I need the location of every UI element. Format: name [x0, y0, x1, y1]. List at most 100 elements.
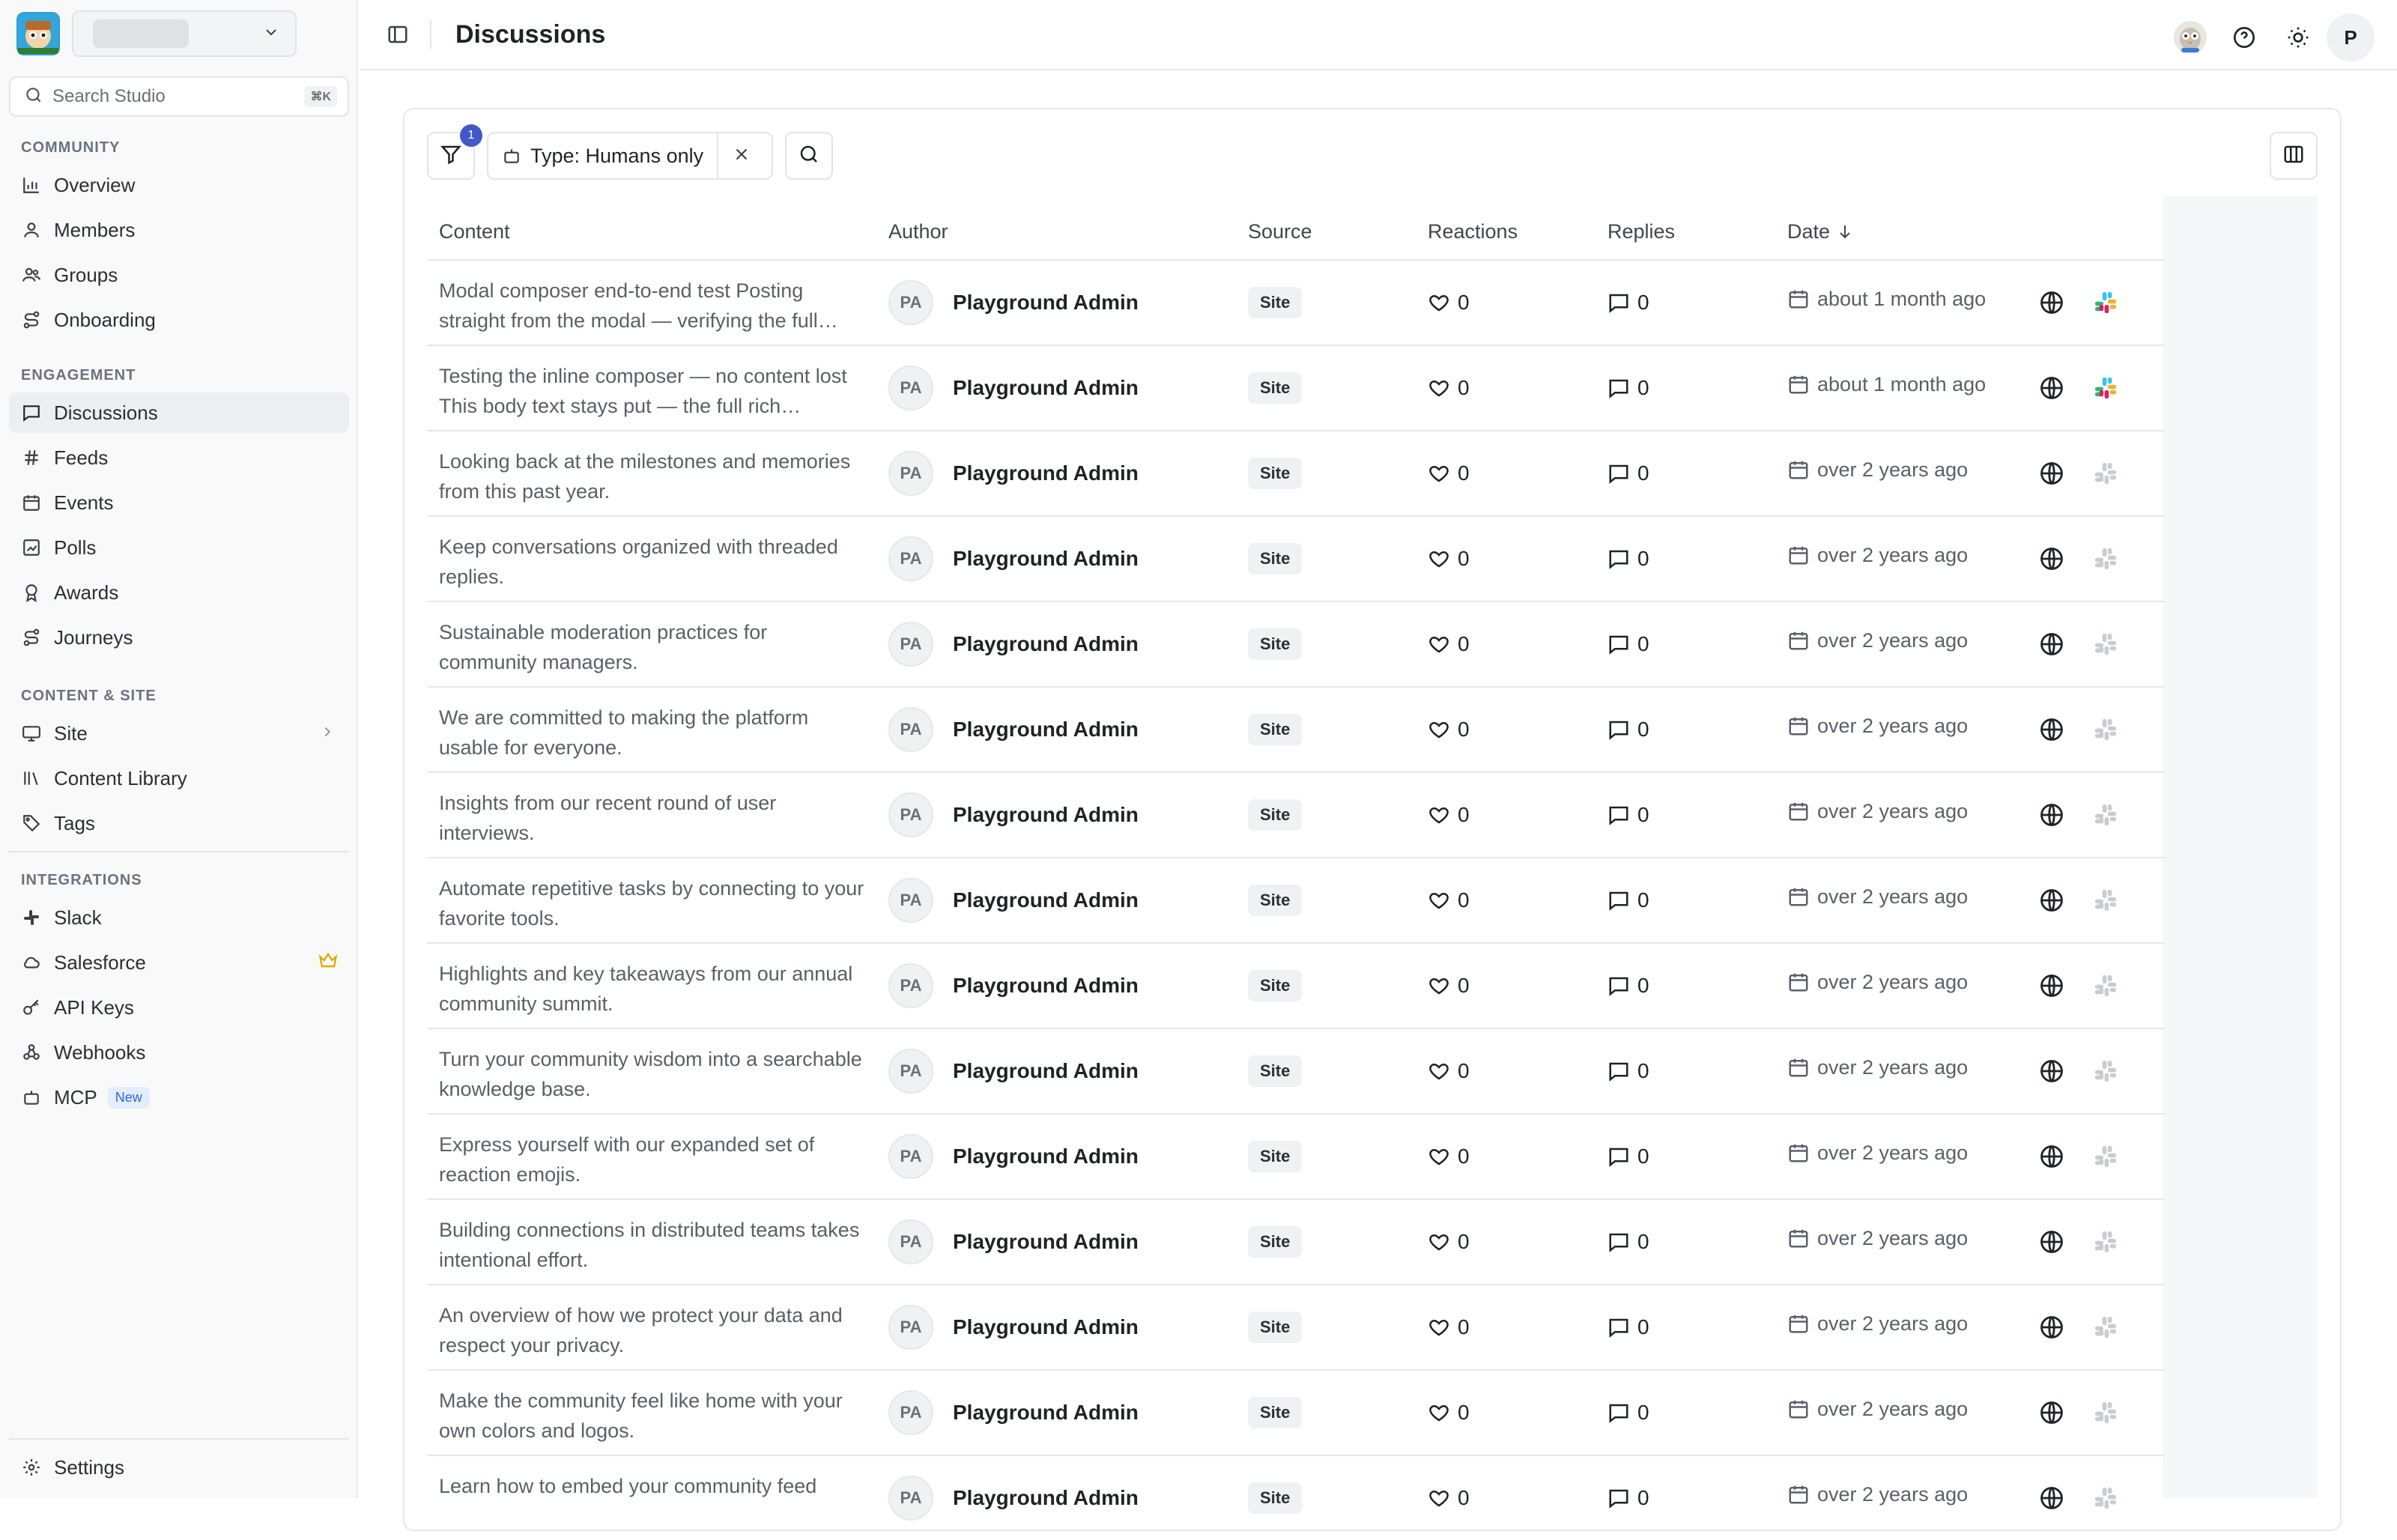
globe-icon[interactable] — [2039, 1456, 2064, 1540]
globe-icon[interactable] — [2039, 431, 2064, 515]
help-icon[interactable] — [2223, 16, 2265, 58]
slack-icon[interactable] — [2093, 517, 2118, 601]
sidebar-toggle-icon[interactable] — [387, 20, 431, 49]
row-content[interactable]: Learn how to embed your community feed — [439, 1471, 866, 1531]
row-author[interactable]: PA Playground Admin — [888, 517, 1139, 601]
sidebar-item-slack[interactable]: Slack — [9, 897, 349, 938]
sidebar-item-journeys[interactable]: Journeys — [9, 617, 349, 658]
globe-icon[interactable] — [2039, 1371, 2064, 1455]
sidebar-item-webhooks[interactable]: Webhooks — [9, 1032, 349, 1073]
sidebar-item-mcp[interactable]: MCP New — [9, 1077, 349, 1118]
globe-icon[interactable] — [2039, 1115, 2064, 1198]
globe-icon[interactable] — [2039, 1200, 2064, 1284]
column-header-author[interactable]: Author — [888, 204, 948, 259]
sidebar-item-content-library[interactable]: Content Library — [9, 758, 349, 798]
row-content[interactable]: Automate repetitive tasks by connecting … — [439, 873, 866, 933]
slack-icon[interactable] — [2093, 773, 2118, 857]
table-row[interactable]: Express yourself with our expanded set o… — [427, 1113, 2165, 1198]
slack-icon[interactable] — [2093, 1200, 2118, 1284]
sidebar-item-discussions[interactable]: Discussions — [9, 392, 349, 433]
row-content[interactable]: An overview of how we protect your data … — [439, 1300, 866, 1360]
columns-button[interactable] — [2270, 132, 2318, 180]
workspace-logo[interactable] — [16, 12, 60, 55]
table-row[interactable]: Sustainable moderation practices for com… — [427, 601, 2165, 686]
row-author[interactable]: PA Playground Admin — [888, 1456, 1139, 1540]
row-content[interactable]: Insights from our recent round of user i… — [439, 788, 866, 848]
table-row[interactable]: Testing the inline composer — no content… — [427, 345, 2165, 430]
sidebar-item-salesforce[interactable]: Salesforce — [9, 942, 349, 983]
row-content[interactable]: Looking back at the milestones and memor… — [439, 446, 866, 506]
slack-icon[interactable] — [2093, 1285, 2118, 1369]
row-author[interactable]: PA Playground Admin — [888, 1115, 1139, 1198]
filter-chip[interactable]: Type: Humans only — [487, 132, 773, 180]
sidebar-item-members[interactable]: Members — [9, 210, 349, 250]
row-author[interactable]: PA Playground Admin — [888, 261, 1139, 345]
row-author[interactable]: PA Playground Admin — [888, 944, 1139, 1028]
globe-icon[interactable] — [2039, 602, 2064, 686]
sidebar-item-site[interactable]: Site — [9, 713, 349, 754]
column-header-replies[interactable]: Replies — [1607, 204, 1675, 259]
row-content[interactable]: Keep conversations organized with thread… — [439, 532, 866, 592]
table-row[interactable]: Turn your community wisdom into a search… — [427, 1028, 2165, 1113]
sidebar-item-overview[interactable]: Overview — [9, 165, 349, 205]
row-content[interactable]: Express yourself with our expanded set o… — [439, 1130, 866, 1189]
sidebar-item-polls[interactable]: Polls — [9, 527, 349, 568]
slack-icon[interactable] — [2093, 688, 2118, 771]
row-author[interactable]: PA Playground Admin — [888, 1285, 1139, 1369]
row-author[interactable]: PA Playground Admin — [888, 1371, 1139, 1455]
remove-filter-button[interactable] — [718, 145, 765, 168]
globe-icon[interactable] — [2039, 346, 2064, 430]
globe-icon[interactable] — [2039, 1029, 2064, 1113]
workspace-select[interactable] — [72, 10, 297, 57]
slack-icon[interactable] — [2093, 1115, 2118, 1198]
column-header-date[interactable]: Date — [1787, 204, 1854, 259]
column-header-content[interactable]: Content — [439, 204, 510, 259]
slack-icon[interactable] — [2093, 431, 2118, 515]
sun-icon[interactable] — [2277, 16, 2319, 58]
sidebar-item-groups[interactable]: Groups — [9, 255, 349, 295]
table-row[interactable]: Building connections in distributed team… — [427, 1198, 2165, 1284]
sidebar-item-tags[interactable]: Tags — [9, 803, 349, 843]
globe-icon[interactable] — [2039, 858, 2064, 942]
sidebar-item-awards[interactable]: Awards — [9, 572, 349, 613]
row-author[interactable]: PA Playground Admin — [888, 773, 1139, 857]
globe-icon[interactable] — [2039, 1285, 2064, 1369]
row-content[interactable]: Turn your community wisdom into a search… — [439, 1044, 866, 1104]
slack-icon[interactable] — [2093, 1456, 2118, 1540]
row-content[interactable]: Testing the inline composer — no content… — [439, 361, 866, 421]
table-row[interactable]: Automate repetitive tasks by connecting … — [427, 857, 2165, 942]
row-author[interactable]: PA Playground Admin — [888, 858, 1139, 942]
row-author[interactable]: PA Playground Admin — [888, 346, 1139, 430]
row-author[interactable]: PA Playground Admin — [888, 1029, 1139, 1113]
slack-icon[interactable] — [2093, 1029, 2118, 1113]
column-header-source[interactable]: Source — [1248, 204, 1312, 259]
search-input[interactable]: Search Studio ⌘K — [9, 76, 349, 117]
mascot-avatar[interactable] — [2169, 16, 2211, 58]
column-header-reactions[interactable]: Reactions — [1428, 204, 1518, 259]
row-author[interactable]: PA Playground Admin — [888, 431, 1139, 515]
slack-icon[interactable] — [2093, 944, 2118, 1028]
sidebar-item-api-keys[interactable]: API Keys — [9, 987, 349, 1028]
filter-chip-label[interactable]: Type: Humans only — [488, 133, 719, 178]
slack-icon[interactable] — [2093, 261, 2118, 345]
row-content[interactable]: Highlights and key takeaways from our an… — [439, 959, 866, 1019]
sidebar-item-feeds[interactable]: Feeds — [9, 437, 349, 478]
user-avatar[interactable]: P — [2327, 13, 2375, 61]
slack-icon[interactable] — [2093, 602, 2118, 686]
table-row[interactable]: Keep conversations organized with thread… — [427, 515, 2165, 601]
table-row[interactable]: Learn how to embed your community feed PA… — [427, 1455, 2165, 1540]
globe-icon[interactable] — [2039, 944, 2064, 1028]
globe-icon[interactable] — [2039, 517, 2064, 601]
search-button[interactable] — [785, 132, 833, 180]
slack-icon[interactable] — [2093, 1371, 2118, 1455]
table-row[interactable]: An overview of how we protect your data … — [427, 1284, 2165, 1369]
globe-icon[interactable] — [2039, 688, 2064, 771]
row-content[interactable]: Sustainable moderation practices for com… — [439, 617, 866, 677]
row-content[interactable]: Modal composer end-to-end test Posting s… — [439, 276, 866, 336]
sidebar-item-onboarding[interactable]: Onboarding — [9, 300, 349, 340]
slack-icon[interactable] — [2093, 346, 2118, 430]
table-row[interactable]: We are committed to making the platform … — [427, 686, 2165, 771]
slack-icon[interactable] — [2093, 858, 2118, 942]
globe-icon[interactable] — [2039, 773, 2064, 857]
row-content[interactable]: We are committed to making the platform … — [439, 703, 866, 763]
